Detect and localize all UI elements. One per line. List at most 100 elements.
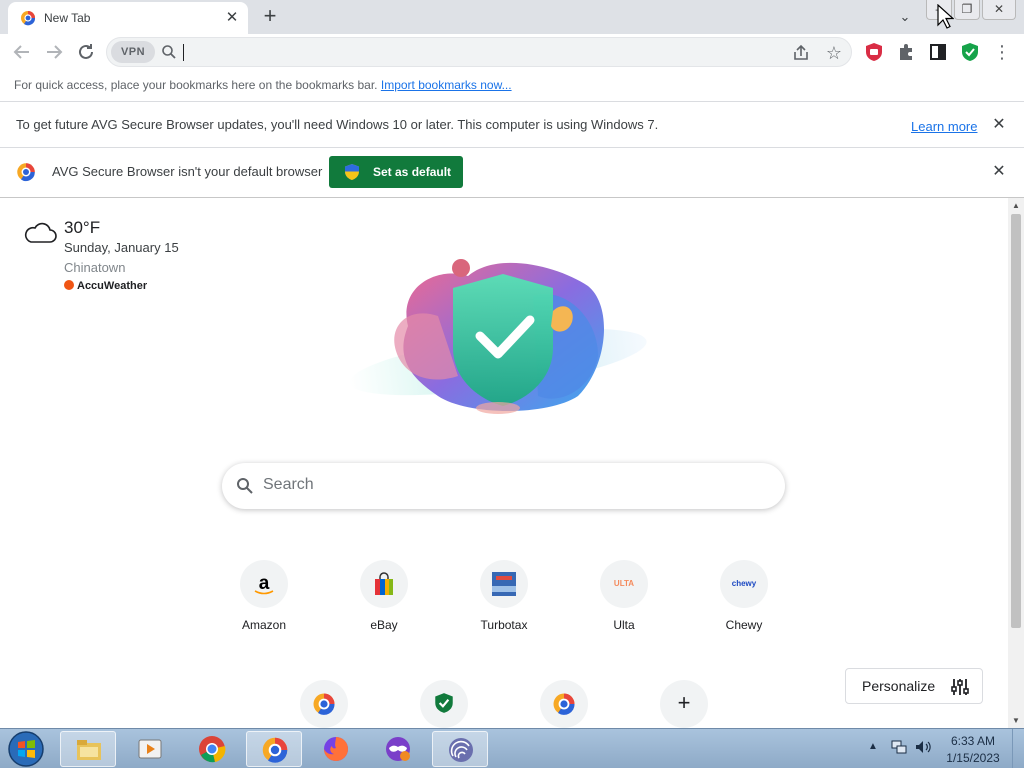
address-bar[interactable]: VPN ☆ — [106, 37, 852, 67]
shield-icon — [435, 693, 453, 713]
shortcut-icon-container: ULTA — [600, 560, 648, 608]
amazon-smile-icon — [254, 590, 274, 595]
update-infobar: To get future AVG Secure Browser updates… — [0, 102, 1024, 148]
tab-strip: New Tab ✕ + ⌄ – ❐ ✕ — [0, 0, 1024, 34]
vpn-button[interactable]: VPN — [111, 41, 155, 63]
screen: { "tab": {"title": "New Tab"}, "window":… — [0, 0, 1024, 768]
shortcut-label: eBay — [370, 618, 398, 632]
tab-title: New Tab — [44, 11, 91, 25]
forward-arrow-icon[interactable] — [42, 40, 66, 64]
clock-date[interactable]: 1/15/2023 — [942, 751, 1004, 765]
weather-date: Sunday, January 15 — [64, 240, 179, 255]
shortcut-icon-container: a — [240, 560, 288, 608]
shortcut-chewy[interactable]: chewy Chewy — [688, 560, 800, 640]
window-restore-button[interactable]: ❐ — [954, 0, 980, 20]
bookmarks-hint: For quick access, place your bookmarks h… — [14, 78, 512, 92]
scroll-up-arrow-icon[interactable]: ▲ — [1012, 201, 1020, 210]
accuweather-logo[interactable]: AccuWeather — [64, 280, 147, 292]
shortcut-icon-container — [540, 680, 588, 728]
side-panel-icon[interactable] — [927, 41, 949, 63]
window-close-button[interactable]: ✕ — [982, 0, 1016, 20]
sliders-icon — [951, 679, 969, 695]
taskbar-media-player[interactable] — [122, 731, 178, 767]
add-shortcut-button[interactable]: + — [628, 680, 740, 728]
vertical-scrollbar[interactable]: ▲ ▼ — [1008, 198, 1024, 728]
shield-check-icon[interactable] — [959, 41, 981, 63]
mouse-pointer-icon — [937, 4, 954, 29]
shortcut-avg-browser[interactable] — [268, 680, 380, 728]
firefox-icon — [324, 737, 348, 761]
toolbar: VPN ☆ ⋮ — [0, 34, 1024, 70]
shortcut-label: Chewy — [725, 618, 763, 632]
update-infobar-text: To get future AVG Secure Browser updates… — [16, 117, 659, 132]
start-button-windows-logo-icon[interactable] — [6, 730, 46, 768]
taskbar-tor-incognito[interactable] — [370, 731, 426, 767]
shortcut-icon-container — [360, 560, 408, 608]
weather-location[interactable]: Chinatown — [64, 260, 125, 275]
shortcut-label: Amazon — [241, 618, 287, 632]
shortcut-ebay[interactable]: eBay — [328, 560, 440, 640]
shortcut-turbotax[interactable]: Turbotax — [448, 560, 560, 640]
swirl-app-icon — [449, 738, 473, 762]
hero-illustration — [349, 259, 647, 414]
show-hidden-icons-arrow-icon[interactable]: ▲ — [868, 741, 878, 752]
text-cursor — [183, 44, 184, 61]
close-icon[interactable]: ✕ — [989, 162, 1009, 182]
shortcut-label: Ulta — [613, 618, 635, 632]
avg-browser-icon — [262, 737, 288, 763]
shortcut-amazon[interactable]: a Amazon — [208, 560, 320, 640]
learn-more-link[interactable]: Learn more — [911, 119, 977, 134]
taskbar-google-chrome[interactable] — [184, 731, 240, 767]
shortcut-ulta[interactable]: ULTA Ulta — [568, 560, 680, 640]
search-icon — [237, 478, 253, 494]
taskbar-firefox[interactable] — [308, 731, 364, 767]
uac-shield-icon — [345, 164, 359, 180]
windows-taskbar: ▲ 6:33 AM 1/15/2023 — [0, 728, 1024, 768]
chewy-icon: chewy — [731, 579, 757, 588]
tab-close-icon[interactable]: ✕ — [222, 8, 242, 28]
avg-extension-icon[interactable] — [863, 41, 885, 63]
shortcut-avg-browser-2[interactable] — [508, 680, 620, 728]
folder-icon — [77, 740, 101, 760]
shortcut-icon-container — [420, 680, 468, 728]
avg-browser-icon — [21, 11, 36, 26]
reload-icon[interactable] — [74, 40, 98, 64]
shortcut-icon-container: chewy — [720, 560, 768, 608]
network-icon[interactable] — [891, 739, 907, 755]
taskbar-avg-secure-browser[interactable] — [246, 731, 302, 767]
search-input[interactable]: Search — [222, 463, 785, 509]
clock-time[interactable]: 6:33 AM — [942, 734, 1004, 748]
taskbar-file-explorer[interactable] — [60, 731, 116, 767]
close-icon[interactable]: ✕ — [989, 115, 1009, 135]
bookmarks-hint-text: For quick access, place your bookmarks h… — [14, 78, 378, 92]
menu-kebab-icon[interactable]: ⋮ — [991, 41, 1013, 63]
ebay-shopping-bag-icon — [375, 572, 393, 595]
back-arrow-icon[interactable] — [10, 40, 34, 64]
accuweather-label: AccuWeather — [77, 280, 148, 292]
shortcut-avg-shield[interactable] — [388, 680, 500, 728]
volume-speaker-icon[interactable] — [914, 739, 932, 755]
import-bookmarks-link[interactable]: Import bookmarks now... — [381, 78, 512, 92]
scroll-down-arrow-icon[interactable]: ▼ — [1012, 716, 1020, 725]
share-icon[interactable] — [791, 43, 811, 63]
tab-search-chevron-icon[interactable]: ⌄ — [894, 6, 916, 28]
accuweather-sun-icon — [64, 280, 74, 290]
set-as-default-button[interactable]: Set as default — [329, 156, 463, 188]
chrome-icon — [199, 736, 226, 763]
search-placeholder: Search — [263, 476, 314, 493]
bookmark-star-icon[interactable]: ☆ — [823, 42, 845, 64]
avg-browser-icon — [553, 693, 575, 715]
extensions-puzzle-icon[interactable] — [895, 41, 917, 63]
shortcut-icon-container — [300, 680, 348, 728]
tab-new-tab[interactable]: New Tab ✕ — [8, 2, 248, 34]
default-browser-text: AVG Secure Browser isn't your default br… — [52, 164, 323, 179]
scrollbar-thumb[interactable] — [1011, 214, 1021, 628]
ulta-icon: ULTA — [613, 579, 635, 588]
personalize-label: Personalize — [862, 678, 936, 694]
new-tab-button[interactable]: + — [256, 5, 284, 29]
show-desktop-button[interactable] — [1012, 729, 1024, 768]
personalize-button[interactable]: Personalize — [845, 668, 983, 704]
shortcut-icon-container — [480, 560, 528, 608]
taskbar-app-swirl[interactable] — [432, 731, 488, 767]
shortcut-label: Turbotax — [480, 618, 528, 632]
